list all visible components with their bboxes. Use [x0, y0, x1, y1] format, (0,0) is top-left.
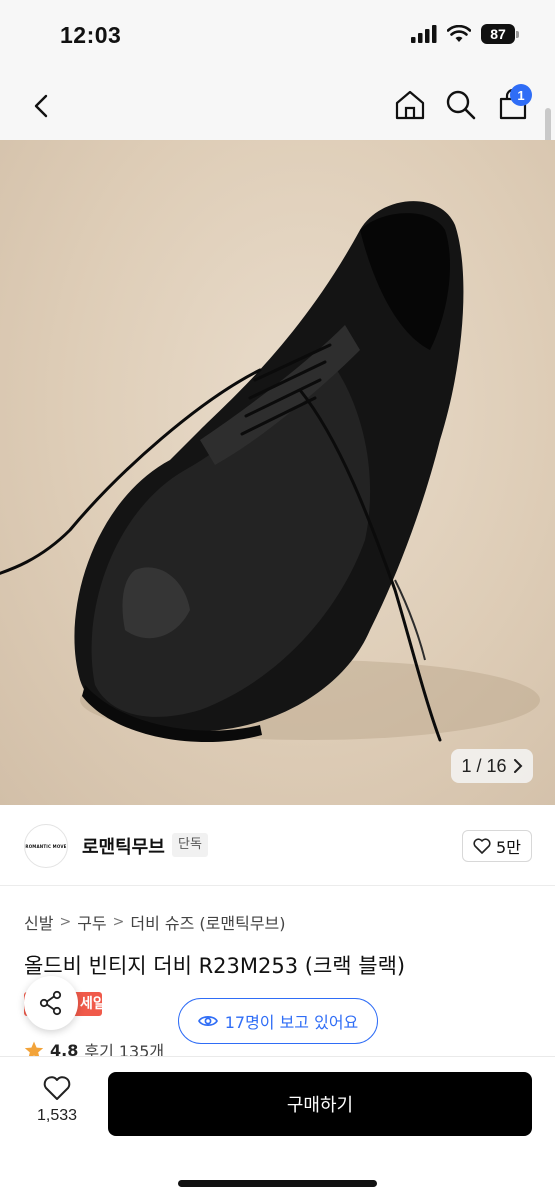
cart-count-badge: 1 — [510, 84, 532, 106]
chevron-right-icon: > — [59, 914, 72, 930]
product-title: 올드비 빈티지 더비 R23M253 (크랙 블랙) — [24, 954, 406, 978]
breadcrumb: 신발 > 구두 > 더비 슈즈 (로맨틱무브) — [24, 910, 286, 934]
chevron-right-icon — [513, 759, 522, 773]
heart-icon — [473, 838, 491, 854]
brand-logo-text: ROMANTIC MOVE — [25, 843, 67, 849]
wishlist-count: 1,533 — [36, 1107, 78, 1124]
bottom-bar: 1,533 구매하기 — [0, 1056, 555, 1200]
search-icon[interactable] — [444, 88, 478, 122]
breadcrumb-item[interactable]: 구두 — [77, 910, 106, 934]
brand-logo[interactable]: ROMANTIC MOVE — [24, 824, 68, 868]
battery-level: 87 — [481, 24, 515, 44]
buy-button[interactable]: 구매하기 — [108, 1072, 532, 1136]
breadcrumb-item[interactable]: 더비 슈즈 (로맨틱무브) — [130, 910, 285, 934]
derby-shoe-illustration — [0, 201, 540, 743]
home-icon[interactable] — [393, 88, 427, 122]
status-bar: 12:03 87 — [0, 0, 555, 72]
signal-icon — [411, 25, 437, 43]
brand-exclusive-tag: 단독 — [172, 833, 208, 857]
brand-name[interactable]: 로맨틱무브 — [82, 833, 165, 859]
battery-icon: 87 — [481, 24, 519, 44]
wishlist-button[interactable]: 1,533 — [24, 1075, 90, 1135]
product-image[interactable] — [0, 140, 555, 805]
viewers-text: 17명이 보고 있어요 — [224, 1013, 359, 1032]
heart-icon — [43, 1076, 71, 1100]
header — [0, 72, 555, 140]
chevron-right-icon: > — [112, 914, 125, 930]
wifi-icon — [447, 25, 471, 42]
share-button[interactable] — [24, 976, 78, 1030]
image-counter-text: 1 / 16 — [461, 755, 507, 776]
brand-row: ROMANTIC MOVE 로맨틱무브 단독 5만 — [0, 820, 555, 886]
image-counter[interactable]: 1 / 16 — [451, 749, 533, 783]
home-indicator — [178, 1180, 377, 1187]
back-icon[interactable] — [26, 90, 58, 122]
status-time: 12:03 — [60, 22, 122, 48]
brand-like-button[interactable]: 5만 — [462, 830, 532, 862]
breadcrumb-item[interactable]: 신발 — [24, 910, 53, 934]
status-icons: 87 — [411, 24, 519, 44]
eye-icon — [197, 1016, 218, 1026]
share-icon — [39, 990, 62, 1016]
brand-like-count: 5만 — [496, 838, 521, 857]
viewers-badge: 17명이 보고 있어요 — [178, 998, 378, 1044]
